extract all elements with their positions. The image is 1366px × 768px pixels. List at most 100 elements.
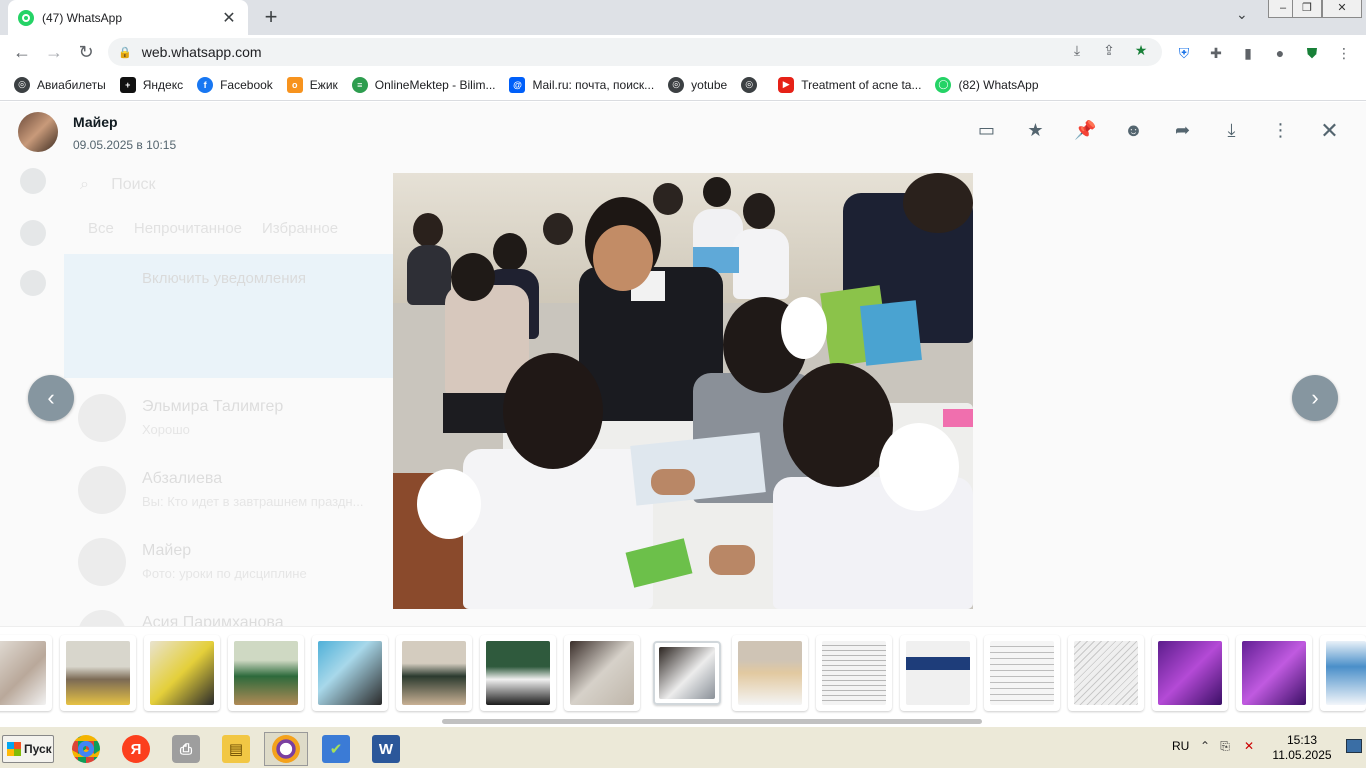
odnoklassniki-icon: о bbox=[286, 76, 303, 93]
forward-icon[interactable]: ➦ bbox=[1172, 120, 1193, 141]
close-icon[interactable]: ✕ bbox=[1319, 120, 1340, 142]
taskbar-yandex[interactable]: Я bbox=[114, 732, 158, 766]
thumbnail[interactable] bbox=[0, 635, 52, 711]
avatar[interactable] bbox=[18, 112, 58, 152]
bookmark-yandex[interactable]: + Яндекс bbox=[119, 76, 183, 93]
thumbnail[interactable] bbox=[1320, 635, 1366, 711]
language-indicator[interactable]: RU bbox=[1172, 739, 1189, 753]
facebook-icon: f bbox=[197, 76, 214, 93]
media-viewer-header: Майер 09.05.2025 в 10:15 ▭ ★ 📌 ☻ ➦ ⤓ ⋮ ✕ bbox=[0, 102, 1366, 164]
share-icon[interactable]: ⇪ bbox=[1100, 42, 1118, 59]
clock-time: 15:13 bbox=[1286, 733, 1318, 747]
thumbnail[interactable] bbox=[1068, 635, 1144, 711]
youtube-icon: ▶ bbox=[778, 76, 795, 93]
taskbar-printer[interactable]: ⎙ bbox=[164, 732, 208, 766]
taskbar-word[interactable]: W bbox=[364, 732, 408, 766]
thumbnail-active[interactable] bbox=[653, 641, 721, 705]
globe-icon: ◎ bbox=[668, 76, 685, 93]
reload-button[interactable]: ↻ bbox=[74, 40, 98, 64]
bookmark-yotube[interactable]: ◎ yotube bbox=[668, 76, 727, 93]
thumbnail[interactable] bbox=[228, 635, 304, 711]
close-window-button[interactable]: ✕ bbox=[1322, 0, 1362, 18]
lock-icon[interactable]: 🔒 bbox=[118, 46, 132, 59]
thumbnail[interactable] bbox=[144, 635, 220, 711]
taskbar: Пуск Я ⎙ ▤ ✔ W RU ⌃ ⎘ ✕ 15:13 11.05.2025 bbox=[0, 726, 1366, 768]
thumbnail[interactable] bbox=[816, 635, 892, 711]
faded-search: ⌕ Поиск bbox=[80, 176, 156, 193]
star-icon[interactable]: ★ bbox=[1025, 120, 1046, 141]
close-tab-icon[interactable]: ✕ bbox=[220, 8, 238, 28]
folder-icon: ▤ bbox=[222, 735, 250, 763]
thumbnail[interactable] bbox=[732, 635, 808, 711]
security-extension-icon[interactable]: ⛊ bbox=[1302, 43, 1322, 63]
thumbnail[interactable] bbox=[480, 635, 556, 711]
thumbnail-strip bbox=[0, 626, 1366, 726]
bookmark-aviabilety[interactable]: ◎ Авиабилеты bbox=[14, 76, 106, 93]
thumbnail-scrollbar[interactable] bbox=[442, 719, 982, 724]
tray-expand-icon[interactable]: ⌃ bbox=[1198, 739, 1212, 753]
browser-app-icon bbox=[272, 735, 300, 763]
thumbnail[interactable] bbox=[900, 635, 976, 711]
reply-icon[interactable]: ▭ bbox=[976, 120, 997, 141]
side-panel-icon[interactable]: ▮ bbox=[1238, 43, 1258, 63]
install-app-icon[interactable]: ⤓ bbox=[1068, 42, 1086, 59]
communities-icon bbox=[20, 270, 46, 296]
show-desktop-icon[interactable] bbox=[1346, 739, 1362, 753]
thumbnail[interactable] bbox=[60, 635, 136, 711]
chrome-icon bbox=[72, 735, 100, 763]
forward-button[interactable]: → bbox=[42, 40, 66, 64]
system-clock[interactable]: 15:13 11.05.2025 bbox=[1268, 733, 1336, 763]
bookmark-whatsapp[interactable]: ◯ (82) WhatsApp bbox=[935, 76, 1039, 93]
bookmarks-bar: ◎ Авиабилеты + Яндекс f Facebook о Ежик ≡ Onl… bbox=[0, 69, 1366, 101]
tab-search-icon[interactable]: ⌄ bbox=[1236, 6, 1248, 23]
channels-icon bbox=[20, 220, 46, 246]
globe-icon: ◎ bbox=[14, 76, 30, 93]
bookmark-youtube-acne[interactable]: ▶ Treatment of acne ta... bbox=[778, 76, 921, 93]
clipboard-icon[interactable]: ⎘ bbox=[1218, 739, 1232, 754]
mailru-icon: @ bbox=[509, 76, 526, 93]
thumbnail[interactable] bbox=[396, 635, 472, 711]
word-icon: W bbox=[372, 735, 400, 763]
tab-whatsapp[interactable]: (47) WhatsApp ✕ bbox=[8, 0, 248, 35]
thumbnail[interactable] bbox=[1236, 635, 1312, 711]
taskbar-explorer[interactable]: ▤ bbox=[214, 732, 258, 766]
faded-filters: Все Непрочитанное Избранное bbox=[88, 220, 339, 237]
start-button[interactable]: Пуск bbox=[2, 735, 54, 763]
bookmark-facebook[interactable]: f Facebook bbox=[197, 76, 273, 93]
emoji-icon[interactable]: ☻ bbox=[1123, 120, 1144, 141]
taskbar-chrome[interactable] bbox=[64, 732, 108, 766]
bookmark-mailru[interactable]: @ Mail.ru: почта, поиск... bbox=[509, 76, 654, 93]
sender-name: Майер bbox=[73, 114, 118, 130]
back-button[interactable]: ← bbox=[10, 40, 34, 64]
status-icon bbox=[20, 168, 46, 194]
restore-button[interactable]: ❐ bbox=[1292, 0, 1322, 18]
bookmark-onlinemektep[interactable]: ≡ OnlineMektep - Bilim... bbox=[351, 76, 495, 93]
taskbar-active-browser[interactable] bbox=[264, 732, 308, 766]
extensions-puzzle-icon[interactable]: ✚ bbox=[1206, 43, 1226, 63]
pin-icon[interactable]: 📌 bbox=[1074, 120, 1096, 141]
address-bar[interactable]: 🔒 web.whatsapp.com ⤓ ⇪ ★ bbox=[108, 38, 1162, 66]
browser-menu-icon[interactable]: ⋮ bbox=[1334, 43, 1354, 63]
checkmark-app-icon: ✔ bbox=[322, 735, 350, 763]
profile-avatar-icon[interactable]: ● bbox=[1270, 43, 1290, 63]
previous-media-button[interactable]: ‹ bbox=[28, 375, 74, 421]
shield-extension-icon[interactable]: ⛨ bbox=[1174, 43, 1194, 63]
sent-date: 09.05.2025 в 10:15 bbox=[73, 138, 177, 152]
clock-date: 11.05.2025 bbox=[1272, 748, 1332, 762]
thumbnail[interactable] bbox=[312, 635, 388, 711]
download-icon[interactable]: ⤓ bbox=[1221, 120, 1242, 141]
printer-icon: ⎙ bbox=[172, 735, 200, 763]
thumbnail[interactable] bbox=[1152, 635, 1228, 711]
media-photo bbox=[393, 173, 973, 609]
taskbar-checker[interactable]: ✔ bbox=[314, 732, 358, 766]
network-disconnected-icon[interactable]: ✕ bbox=[1242, 739, 1256, 753]
new-tab-button[interactable]: + bbox=[258, 4, 284, 30]
more-options-icon[interactable]: ⋮ bbox=[1270, 120, 1291, 141]
windows-flag-icon bbox=[7, 742, 21, 756]
bookmark-globe[interactable]: ◎ bbox=[741, 76, 764, 93]
thumbnail[interactable] bbox=[984, 635, 1060, 711]
next-media-button[interactable]: › bbox=[1292, 375, 1338, 421]
bookmark-ezhik[interactable]: о Ежик bbox=[286, 76, 338, 93]
thumbnail[interactable] bbox=[564, 635, 640, 711]
bookmark-star-icon[interactable]: ★ bbox=[1132, 42, 1150, 59]
